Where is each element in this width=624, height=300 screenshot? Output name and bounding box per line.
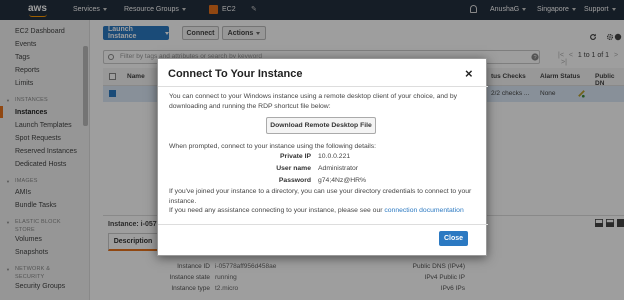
private-ip-value: 10.0.0.221 bbox=[318, 153, 351, 160]
directory-text: If you've joined your instance to a dire… bbox=[169, 188, 472, 205]
download-rdp-button[interactable]: Download Remote Desktop File bbox=[266, 117, 376, 134]
prompt-text: When prompted, connect to your instance … bbox=[169, 143, 377, 150]
connection-documentation-link[interactable]: connection documentation bbox=[384, 207, 463, 214]
help-text: If you need any assistance connecting to… bbox=[169, 207, 464, 214]
close-button[interactable]: Close bbox=[439, 231, 468, 246]
divider bbox=[158, 224, 488, 225]
divider bbox=[158, 86, 488, 87]
password-label: Password bbox=[278, 177, 311, 184]
private-ip-label: Private IP bbox=[280, 153, 311, 160]
username-value: Administrator bbox=[318, 165, 359, 172]
intro-text: You can connect to your Windows instance… bbox=[169, 93, 458, 110]
password-value: g74;4Nz@HR% bbox=[318, 177, 367, 184]
close-icon[interactable]: × bbox=[465, 66, 473, 81]
dialog-title: Connect To Your Instance bbox=[168, 68, 303, 80]
username-label: User name bbox=[276, 165, 311, 172]
connect-dialog: Connect To Your Instance × You can conne… bbox=[157, 58, 488, 256]
